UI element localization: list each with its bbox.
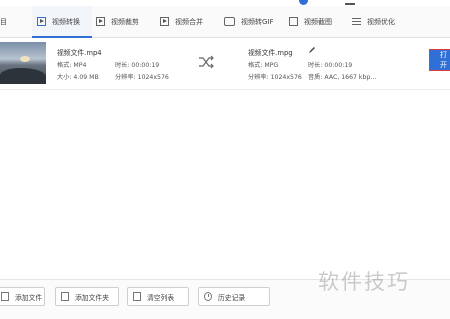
add-file-button[interactable]: 添加文件: [0, 287, 45, 306]
output-file-name: 视频文件.mpg: [248, 49, 293, 57]
toolbar-tabs: 目 视频转换 视频裁剪 视频合并 视频转GIF 视频截图 视频优化: [0, 6, 450, 38]
output-duration: 时长: 00:00:19: [308, 62, 353, 69]
add-file-icon: [1, 292, 9, 301]
tab-label: 视频合并: [175, 17, 203, 26]
crop-icon: [96, 17, 105, 26]
minimize-icon[interactable]: [345, 0, 355, 5]
tab-video-convert[interactable]: 视频转换: [32, 6, 92, 38]
folder-icon: [61, 292, 69, 301]
gif-icon: [224, 17, 235, 26]
source-format: 格式: MP4: [57, 62, 87, 69]
watermark: 软件技巧: [318, 270, 410, 294]
convert-arrow-icon: [199, 55, 214, 69]
history-button[interactable]: 历史记录: [198, 287, 270, 306]
tab-label: 目: [0, 17, 7, 26]
thumbnail-sun: [20, 56, 30, 62]
output-audio: 音质: AAC, 1667 kbp...: [308, 74, 377, 81]
output-format: 格式: MPG: [248, 62, 279, 69]
tab-label: 视频截图: [304, 17, 332, 26]
tab-video-gif[interactable]: 视频转GIF: [224, 6, 284, 37]
clear-list-label: 清空列表: [147, 293, 175, 302]
trash-icon: [133, 292, 141, 301]
clear-list-button[interactable]: 清空列表: [127, 287, 189, 306]
source-file-name: 视频文件.mp4: [57, 49, 102, 57]
tab-label: 视频裁剪: [111, 17, 139, 26]
clock-icon: [204, 292, 212, 301]
tab-label: 视频转换: [52, 17, 80, 26]
open-button-label: 打开: [440, 51, 447, 69]
edit-icon[interactable]: [308, 46, 316, 54]
app-status-icon: [299, 0, 308, 5]
tab-partial[interactable]: 目: [0, 6, 14, 37]
tab-video-screenshot[interactable]: 视频截图: [289, 6, 344, 37]
source-size: 大小: 4.09 MB: [57, 74, 99, 81]
tab-label: 视频优化: [367, 17, 395, 26]
tab-video-merge[interactable]: 视频合并: [160, 6, 215, 37]
add-folder-button[interactable]: 添加文件夹: [55, 287, 119, 306]
add-file-label: 添加文件: [15, 293, 43, 302]
video-thumbnail[interactable]: [0, 42, 46, 84]
thumbnail-landscape: [0, 68, 46, 84]
merge-icon: [160, 17, 169, 26]
source-resolution: 分辨率: 1024x576: [115, 74, 169, 81]
history-label: 历史记录: [218, 293, 246, 302]
screenshot-icon: [289, 17, 298, 26]
tab-video-crop[interactable]: 视频裁剪: [96, 6, 151, 37]
open-button[interactable]: 打开: [429, 49, 450, 71]
add-folder-label: 添加文件夹: [75, 293, 109, 302]
output-resolution: 分辨率: 1024x576: [248, 74, 302, 81]
tab-video-optimize[interactable]: 视频优化: [352, 6, 407, 37]
equalizer-icon: [352, 17, 361, 26]
source-duration: 时长: 00:00:19: [115, 62, 160, 69]
tab-label: 视频转GIF: [241, 17, 274, 26]
play-icon: [37, 17, 46, 26]
